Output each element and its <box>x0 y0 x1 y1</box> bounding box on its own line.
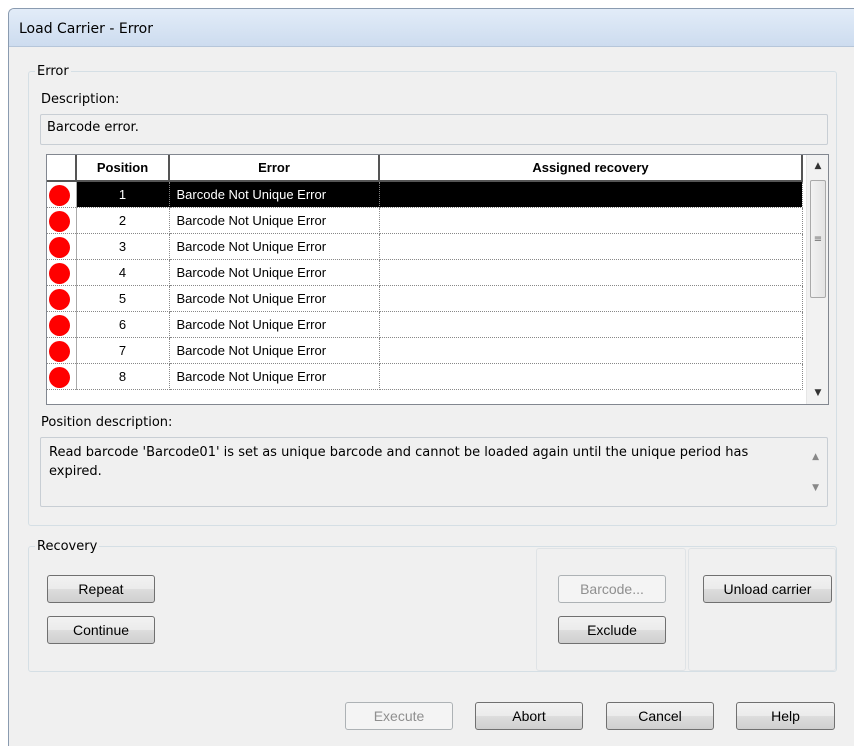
continue-button[interactable]: Continue <box>47 616 155 644</box>
text-scroll-down-icon[interactable]: ▼ <box>812 479 819 498</box>
description-field: Barcode error. <box>40 114 828 145</box>
row-status-cell <box>47 285 77 312</box>
cancel-button[interactable]: Cancel <box>606 702 714 730</box>
table-row[interactable]: 8 Barcode Not Unique Error <box>47 363 803 390</box>
position-cell[interactable]: 6 <box>76 311 170 338</box>
grid-header-row: Position Error Assigned recovery <box>47 155 803 182</box>
error-cell[interactable]: Barcode Not Unique Error <box>169 259 380 286</box>
grid-vertical-scrollbar[interactable]: ▲ ≡ ▼ <box>806 155 828 404</box>
error-status-icon <box>49 185 70 206</box>
position-cell[interactable]: 1 <box>76 181 170 208</box>
recovery-cell[interactable] <box>379 311 803 338</box>
row-status-cell <box>47 207 77 234</box>
barcode-button[interactable]: Barcode... <box>558 575 666 603</box>
row-status-cell <box>47 363 77 390</box>
position-cell[interactable]: 4 <box>76 259 170 286</box>
position-description-text: Read barcode 'Barcode01' is set as uniqu… <box>49 445 749 479</box>
table-row[interactable]: 4 Barcode Not Unique Error <box>47 259 803 286</box>
error-cell[interactable]: Barcode Not Unique Error <box>169 233 380 260</box>
abort-button[interactable]: Abort <box>475 702 583 730</box>
error-cell[interactable]: Barcode Not Unique Error <box>169 207 380 234</box>
position-description-field[interactable]: Read barcode 'Barcode01' is set as uniqu… <box>40 437 828 507</box>
error-cell[interactable]: Barcode Not Unique Error <box>169 363 380 390</box>
grid-header-marker <box>47 155 77 182</box>
position-cell[interactable]: 7 <box>76 337 170 364</box>
row-status-cell <box>47 181 77 208</box>
error-cell[interactable]: Barcode Not Unique Error <box>169 311 380 338</box>
window-title: Load Carrier - Error <box>9 9 854 47</box>
error-status-icon <box>49 210 70 232</box>
recovery-cell[interactable] <box>379 233 803 260</box>
position-cell[interactable]: 2 <box>76 207 170 234</box>
recovery-cell[interactable] <box>379 181 803 208</box>
error-status-icon <box>49 236 70 258</box>
error-cell[interactable]: Barcode Not Unique Error <box>169 337 380 364</box>
recovery-cell[interactable] <box>379 337 803 364</box>
help-button[interactable]: Help <box>736 702 835 730</box>
execute-button[interactable]: Execute <box>345 702 453 730</box>
error-status-icon <box>49 262 70 284</box>
repeat-button[interactable]: Repeat <box>47 575 155 603</box>
recovery-cell[interactable] <box>379 207 803 234</box>
row-status-cell <box>47 311 77 338</box>
row-status-cell <box>47 337 77 364</box>
recovery-group-legend: Recovery <box>37 539 98 554</box>
error-status-icon <box>49 288 70 310</box>
recovery-cell[interactable] <box>379 363 803 390</box>
error-status-icon <box>49 340 70 362</box>
recovery-panel-middle <box>536 548 686 671</box>
row-status-cell <box>47 259 77 286</box>
exclude-button[interactable]: Exclude <box>558 616 666 644</box>
position-description-label: Position description: <box>41 415 173 430</box>
position-cell[interactable]: 3 <box>76 233 170 260</box>
error-positions-table: Position Error Assigned recovery 1 Barco… <box>47 155 803 390</box>
error-cell[interactable]: Barcode Not Unique Error <box>169 285 380 312</box>
table-row[interactable]: 7 Barcode Not Unique Error <box>47 337 803 364</box>
scroll-down-arrow-icon[interactable]: ▼ <box>807 382 828 404</box>
load-carrier-error-dialog: Load Carrier - Error Error Description: … <box>8 8 854 746</box>
scroll-up-arrow-icon[interactable]: ▲ <box>807 155 828 177</box>
table-row[interactable]: 5 Barcode Not Unique Error <box>47 285 803 312</box>
table-row[interactable]: 3 Barcode Not Unique Error <box>47 233 803 260</box>
unload-carrier-button[interactable]: Unload carrier <box>703 575 832 603</box>
grid-header-assigned-recovery[interactable]: Assigned recovery <box>379 155 803 182</box>
recovery-cell[interactable] <box>379 259 803 286</box>
recovery-panel-right <box>688 548 836 671</box>
grid-header-position[interactable]: Position <box>76 155 170 182</box>
text-scroll-up-icon[interactable]: ▲ <box>812 448 819 467</box>
error-status-icon <box>49 314 70 336</box>
position-cell[interactable]: 8 <box>76 363 170 390</box>
row-status-cell <box>47 233 77 260</box>
table-row[interactable]: 6 Barcode Not Unique Error <box>47 311 803 338</box>
error-status-icon <box>49 366 70 388</box>
error-cell[interactable]: Barcode Not Unique Error <box>169 181 380 208</box>
position-cell[interactable]: 5 <box>76 285 170 312</box>
scrollbar-thumb[interactable]: ≡ <box>810 180 826 298</box>
grid-header-error[interactable]: Error <box>169 155 380 182</box>
table-row[interactable]: 1 Barcode Not Unique Error <box>47 181 803 208</box>
error-group-legend: Error <box>37 64 69 79</box>
recovery-cell[interactable] <box>379 285 803 312</box>
table-row[interactable]: 2 Barcode Not Unique Error <box>47 207 803 234</box>
description-label: Description: <box>41 92 120 107</box>
error-positions-grid[interactable]: Position Error Assigned recovery 1 Barco… <box>46 154 829 405</box>
